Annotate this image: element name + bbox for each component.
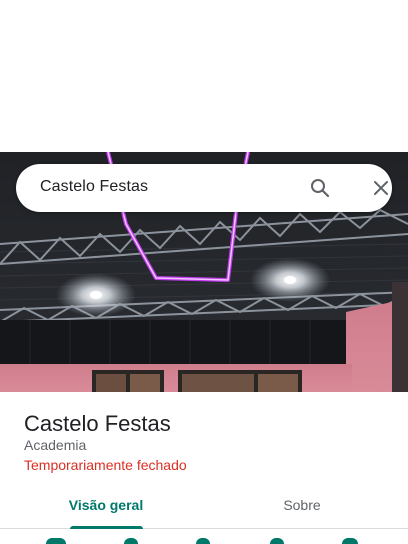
map-blank-area [0,0,408,152]
tab-about[interactable]: Sobre [250,489,354,528]
place-status: Temporariamente fechado [24,457,187,473]
tab-selected-indicator [70,526,143,529]
place-info-panel: Castelo Festas Academia Temporariamente … [0,392,408,544]
send-to-phone-icon[interactable] [270,538,284,544]
place-title: Castelo Festas [24,411,171,436]
nearby-icon[interactable] [196,538,210,544]
directions-icon[interactable] [46,538,66,544]
close-icon[interactable] [369,176,393,200]
action-buttons-row [0,538,408,544]
share-icon[interactable] [342,538,358,544]
tab-overview[interactable]: Visão geral [52,489,160,528]
search-input[interactable]: Castelo Festas [40,178,148,196]
tab-bar: Visão geral Sobre [0,489,408,529]
search-icon[interactable] [308,176,332,200]
search-bar[interactable]: Castelo Festas [16,164,392,212]
save-icon[interactable] [124,538,138,544]
place-category: Academia [24,437,87,453]
